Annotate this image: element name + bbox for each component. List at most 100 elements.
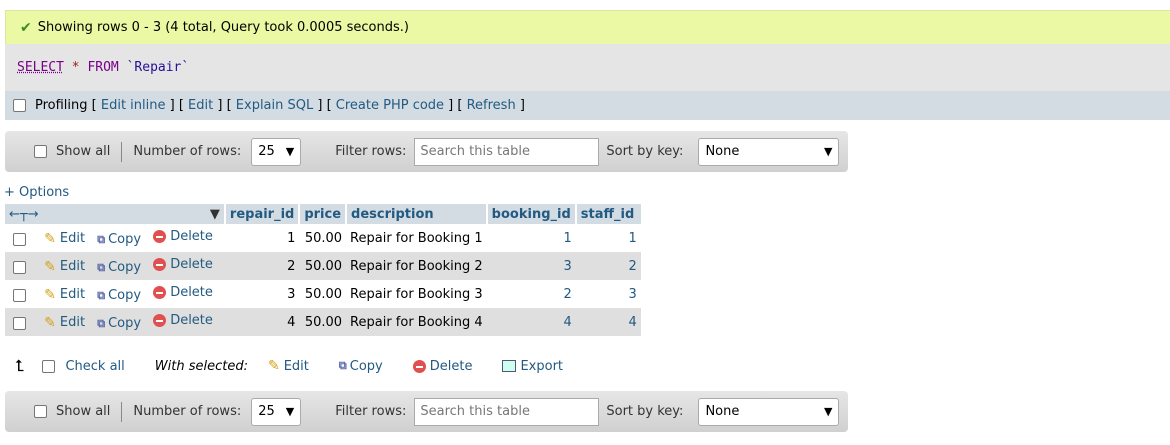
create-php-code-link[interactable]: Create PHP code: [336, 98, 444, 113]
row-actions-cell: ✎ Edit ⧉ Copy Delete: [5, 224, 225, 252]
row-delete-label: Delete: [170, 228, 213, 244]
chevron-down-icon: ▼: [823, 405, 833, 418]
sql-select-keyword[interactable]: SELECT: [17, 60, 64, 75]
row-edit-button[interactable]: ✎ Edit: [44, 259, 85, 275]
show-all-checkbox[interactable]: [34, 405, 47, 418]
column-arrows-header[interactable]: ←┬→ ▼: [5, 204, 225, 224]
row-copy-label: Copy: [108, 316, 142, 332]
row-delete-label: Delete: [170, 256, 213, 272]
delete-icon: [153, 257, 167, 271]
sort-select[interactable]: None ▼: [698, 137, 840, 166]
filter-label: Filter rows:: [335, 144, 407, 159]
check-all-label[interactable]: Check all: [65, 359, 124, 374]
success-text: Showing rows 0 - 3 (4 total, Query took …: [37, 20, 409, 35]
explain-sql-link[interactable]: Explain SQL: [236, 98, 313, 113]
cell-staff-id-link[interactable]: 4: [575, 308, 641, 336]
arrow-up-icon: ⮤: [15, 356, 25, 375]
chevron-down-icon: ▼: [823, 145, 833, 158]
column-header-price[interactable]: price: [298, 204, 347, 224]
row-checkbox[interactable]: [13, 288, 26, 302]
row-copy-button[interactable]: ⧉ Copy: [97, 260, 141, 275]
bulk-delete-button[interactable]: Delete: [412, 358, 473, 374]
cell-repair-id: 4: [224, 308, 300, 336]
row-edit-button[interactable]: ✎ Edit: [44, 315, 85, 331]
cell-booking-id-link[interactable]: 3: [486, 252, 576, 280]
sql-from-keyword: FROM: [87, 60, 119, 75]
profiling-checkbox[interactable]: [13, 99, 26, 112]
bulk-copy-button[interactable]: ⧉ Copy: [339, 359, 383, 374]
cell-staff-id-link[interactable]: 3: [575, 280, 641, 308]
bulk-edit-label: Edit: [283, 358, 309, 374]
row-copy-label: Copy: [108, 232, 142, 248]
cell-staff-id-link[interactable]: 2: [575, 252, 641, 280]
cell-staff-id-link[interactable]: 1: [575, 224, 641, 252]
cell-booking-id-link[interactable]: 4: [486, 308, 576, 336]
row-edit-button[interactable]: ✎ Edit: [44, 231, 85, 247]
row-checkbox[interactable]: [13, 232, 26, 246]
column-resize-icon[interactable]: ←┬→: [9, 207, 39, 222]
sort-select[interactable]: None ▼: [698, 397, 840, 426]
rows-select[interactable]: 25 ▼: [251, 397, 302, 426]
profiling-bar: Profiling [ Edit inline ] [ Edit ] [ Exp…: [5, 91, 1170, 120]
bulk-actions-bar: ⮤ Check all With selected: ✎ Edit ⧉ Copy D…: [5, 352, 593, 380]
filter-input[interactable]: Search this table: [414, 137, 600, 166]
sql-query-box[interactable]: SELECT * FROM `Repair`: [5, 44, 1170, 91]
cell-description: Repair for Booking 1: [346, 224, 487, 252]
filter-label: Filter rows:: [335, 404, 407, 419]
row-copy-button[interactable]: ⧉ Copy: [97, 288, 141, 303]
row-delete-button[interactable]: Delete: [153, 285, 213, 300]
row-delete-label: Delete: [170, 284, 213, 300]
cell-booking-id-link[interactable]: 2: [486, 280, 576, 308]
options-link[interactable]: + Options: [4, 185, 69, 200]
success-message: ✔ Showing rows 0 - 3 (4 total, Query too…: [5, 10, 1170, 44]
row-delete-button[interactable]: Delete: [153, 313, 213, 328]
profiling-label: Profiling: [35, 98, 88, 113]
pencil-icon: ✎: [44, 286, 56, 303]
row-delete-button[interactable]: Delete: [153, 257, 213, 272]
copy-icon: ⧉: [97, 232, 105, 246]
copy-icon: ⧉: [338, 359, 347, 372]
cell-repair-id: 2: [224, 252, 300, 280]
bulk-edit-button[interactable]: ✎ Edit: [268, 358, 309, 374]
sort-dropdown-icon[interactable]: ▼: [210, 207, 220, 222]
row-copy-button[interactable]: ⧉ Copy: [97, 316, 141, 331]
edit-query-link[interactable]: Edit: [188, 98, 213, 113]
row-delete-label: Delete: [170, 312, 213, 328]
bottom-navigation-bar: Show all Number of rows: 25 ▼ Filter row…: [5, 391, 848, 432]
copy-icon: ⧉: [97, 316, 105, 330]
show-all-label[interactable]: Show all: [56, 144, 110, 159]
delete-icon: [153, 285, 167, 299]
row-delete-button[interactable]: Delete: [153, 229, 213, 244]
column-header-staff-id[interactable]: staff_id: [574, 204, 641, 224]
check-all-checkbox[interactable]: [42, 359, 56, 373]
pencil-icon: ✎: [44, 258, 56, 275]
row-actions-cell: ✎ Edit ⧉ Copy Delete: [5, 308, 225, 336]
show-all-label[interactable]: Show all: [56, 404, 110, 419]
results-table: ←┬→ ▼ repair_id price description bookin…: [5, 204, 641, 336]
row-checkbox[interactable]: [13, 316, 26, 330]
row-actions-cell: ✎ Edit ⧉ Copy Delete: [5, 252, 225, 280]
bulk-delete-label: Delete: [429, 358, 473, 374]
export-icon: [502, 360, 517, 372]
column-header-repair-id[interactable]: repair_id: [223, 204, 300, 224]
sort-label: Sort by key:: [606, 144, 684, 159]
column-header-booking-id[interactable]: booking_id: [485, 204, 576, 224]
refresh-link[interactable]: Refresh: [467, 98, 516, 113]
row-edit-label: Edit: [59, 287, 86, 303]
row-copy-button[interactable]: ⧉ Copy: [97, 232, 141, 247]
cell-price: 50.00: [299, 224, 347, 252]
rows-select[interactable]: 25 ▼: [251, 137, 302, 166]
cell-booking-id-link[interactable]: 1: [486, 224, 576, 252]
show-all-checkbox[interactable]: [34, 145, 47, 158]
row-checkbox[interactable]: [13, 260, 26, 274]
column-header-description[interactable]: description: [345, 204, 487, 224]
filter-input[interactable]: Search this table: [414, 397, 600, 426]
row-edit-button[interactable]: ✎ Edit: [44, 287, 85, 303]
pencil-icon: ✎: [44, 230, 56, 247]
row-edit-label: Edit: [59, 315, 86, 331]
chevron-down-icon: ▼: [285, 405, 295, 418]
copy-icon: ⧉: [97, 260, 105, 274]
copy-icon: ⧉: [97, 288, 105, 302]
bulk-export-button[interactable]: Export: [502, 359, 563, 374]
edit-inline-link[interactable]: Edit inline: [101, 98, 166, 113]
